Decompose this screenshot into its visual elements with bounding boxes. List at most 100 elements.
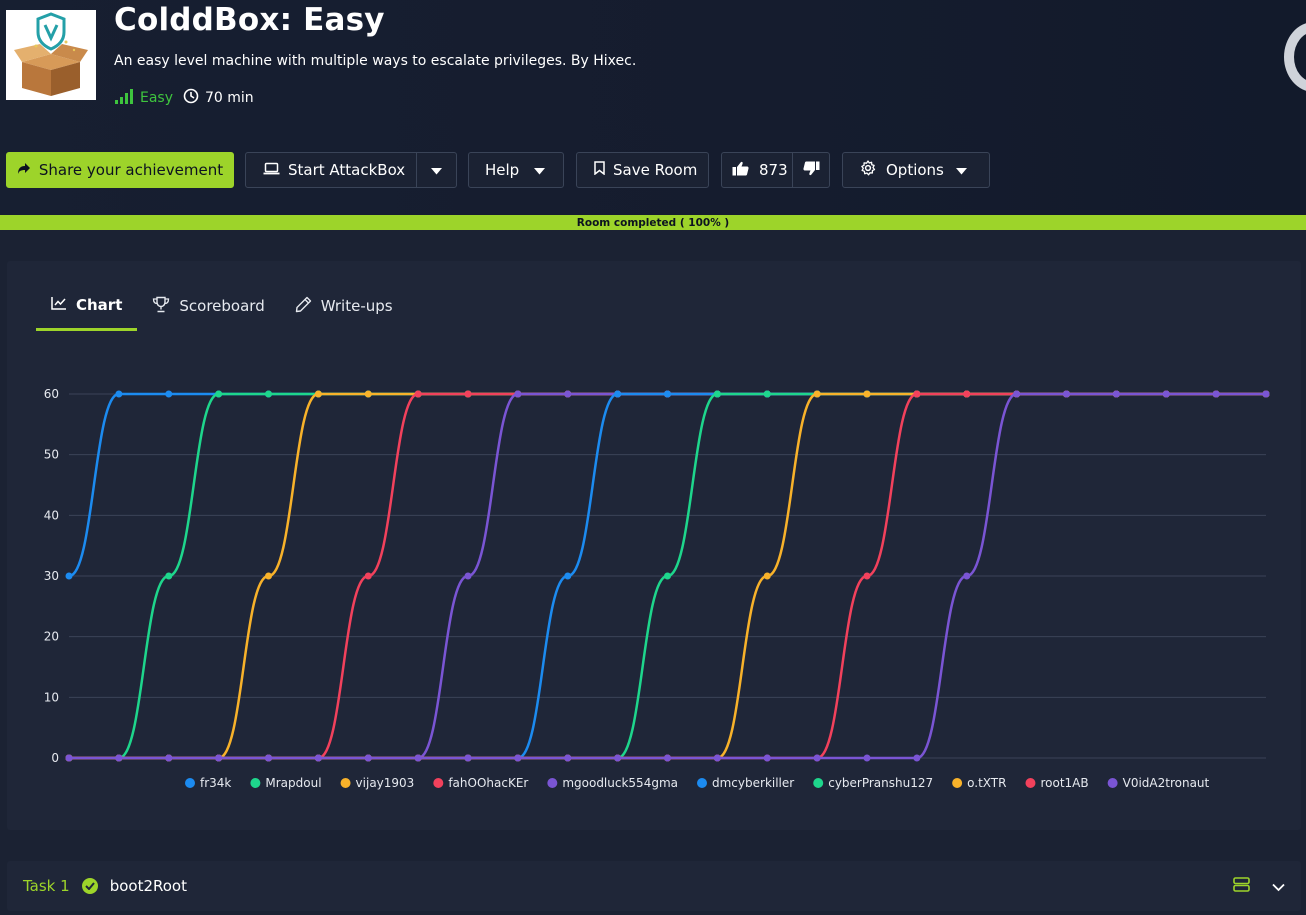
downvote-button[interactable] bbox=[793, 153, 829, 187]
legend-swatch bbox=[340, 778, 351, 788]
data-point bbox=[963, 390, 971, 398]
legend-label: mgoodluck554gma bbox=[562, 776, 678, 790]
legend-label: fahOOhacKEr bbox=[448, 776, 528, 790]
upvote-button[interactable]: 873 bbox=[722, 153, 793, 187]
task-title: boot2Root bbox=[109, 877, 187, 895]
share-achievement-button[interactable]: Share your achievement bbox=[6, 152, 234, 188]
chevron-down-icon[interactable] bbox=[1272, 877, 1285, 896]
laptop-icon bbox=[263, 161, 280, 179]
completion-chart: 0 10 20 30 40 50 60 fr34k Mrapdoul vijay1903 fahOO… bbox=[44, 387, 1270, 790]
save-room-button[interactable]: Save Room bbox=[576, 152, 709, 188]
duration-label: 70 min bbox=[205, 90, 254, 106]
check-circle-icon bbox=[81, 878, 98, 894]
data-point bbox=[564, 754, 572, 762]
thumbs-up-icon bbox=[732, 161, 749, 180]
legend-swatch bbox=[433, 778, 444, 788]
stacked-list-icon[interactable] bbox=[1233, 876, 1250, 896]
room-progress-bar: Room completed ( 100% ) bbox=[0, 215, 1306, 230]
legend-swatch bbox=[185, 778, 195, 788]
data-point bbox=[763, 572, 771, 580]
data-point bbox=[1162, 390, 1170, 398]
caret-down-icon bbox=[431, 161, 442, 179]
legend-swatch bbox=[697, 778, 707, 788]
data-point bbox=[913, 390, 921, 398]
legend-swatch bbox=[952, 778, 963, 788]
data-point bbox=[664, 572, 671, 580]
room-title: ColddBox: Easy bbox=[114, 2, 385, 38]
data-point bbox=[614, 390, 622, 398]
data-point bbox=[564, 572, 572, 580]
legend-label: dmcyberkiller bbox=[712, 776, 794, 790]
legend-label: root1AB bbox=[1040, 776, 1088, 790]
y-tick-label: 20 bbox=[44, 630, 59, 644]
save-label: Save Room bbox=[613, 161, 698, 179]
legend-swatch bbox=[813, 778, 824, 788]
data-point bbox=[514, 390, 522, 398]
legend-label: o.tXTR bbox=[967, 776, 1006, 790]
attackbox-dropdown-toggle[interactable] bbox=[417, 153, 456, 187]
data-point bbox=[1013, 390, 1021, 398]
data-point bbox=[713, 390, 721, 398]
data-point bbox=[514, 754, 522, 762]
data-point bbox=[913, 754, 921, 762]
y-tick-label: 50 bbox=[44, 448, 59, 462]
data-point bbox=[1112, 390, 1120, 398]
y-tick-label: 60 bbox=[44, 387, 59, 401]
share-icon bbox=[17, 161, 31, 179]
data-point bbox=[664, 754, 671, 762]
data-point bbox=[863, 754, 871, 762]
data-point bbox=[464, 390, 472, 398]
progress-label: Room completed ( 100% ) bbox=[576, 217, 730, 229]
data-point bbox=[265, 390, 272, 398]
data-point bbox=[414, 390, 422, 398]
attackbox-label: Start AttackBox bbox=[288, 161, 406, 179]
data-point bbox=[813, 390, 821, 398]
data-point bbox=[165, 390, 173, 398]
data-point bbox=[464, 572, 472, 580]
data-point bbox=[414, 754, 422, 762]
options-button[interactable]: Options bbox=[842, 152, 990, 188]
options-label: Options bbox=[886, 161, 944, 179]
data-point bbox=[863, 390, 871, 398]
task-card[interactable]: Task 1 boot2Root bbox=[7, 861, 1301, 911]
data-point bbox=[364, 390, 372, 398]
data-point bbox=[215, 390, 223, 398]
room-meta: Easy 70 min bbox=[114, 88, 254, 108]
legend-swatch bbox=[1025, 778, 1036, 788]
chart-panel: Chart Scoreboard Write-ups 0 10 20 30 40 50 60… bbox=[7, 261, 1301, 830]
data-point bbox=[314, 390, 322, 398]
gear-icon bbox=[860, 160, 876, 180]
data-point bbox=[165, 754, 173, 762]
difficulty-label: Easy bbox=[140, 90, 174, 106]
legend-label: fr34k bbox=[200, 776, 231, 790]
data-point bbox=[265, 754, 272, 762]
data-point bbox=[614, 754, 622, 762]
start-attackbox-button[interactable]: Start AttackBox bbox=[245, 152, 457, 188]
legend-label: cyberPranshu127 bbox=[828, 776, 933, 790]
data-point bbox=[1212, 390, 1220, 398]
legend-swatch bbox=[250, 778, 261, 788]
legend-label: vijay1903 bbox=[356, 776, 415, 790]
y-tick-label: 10 bbox=[44, 690, 59, 704]
legend-label: Mrapdoul bbox=[265, 776, 321, 790]
task-actions bbox=[1233, 861, 1285, 911]
upvote-count: 873 bbox=[759, 161, 788, 179]
room-description: An easy level machine with multiple ways… bbox=[114, 53, 637, 69]
caret-down-icon bbox=[534, 161, 546, 179]
data-point bbox=[664, 390, 671, 398]
room-logo bbox=[6, 10, 96, 100]
data-point bbox=[115, 754, 123, 762]
share-label: Share your achievement bbox=[38, 161, 224, 179]
edge-ring-graphic bbox=[1284, 22, 1306, 92]
thumbs-down-icon bbox=[802, 161, 820, 180]
help-button[interactable]: Help bbox=[468, 152, 564, 188]
vote-buttons: 873 bbox=[721, 152, 830, 188]
data-point bbox=[115, 390, 123, 398]
data-point bbox=[813, 754, 821, 762]
data-point bbox=[364, 754, 372, 762]
data-point bbox=[65, 572, 73, 580]
data-point bbox=[963, 572, 971, 580]
y-tick-label: 40 bbox=[44, 508, 59, 522]
data-point bbox=[65, 754, 73, 762]
legend-swatch bbox=[547, 778, 558, 788]
